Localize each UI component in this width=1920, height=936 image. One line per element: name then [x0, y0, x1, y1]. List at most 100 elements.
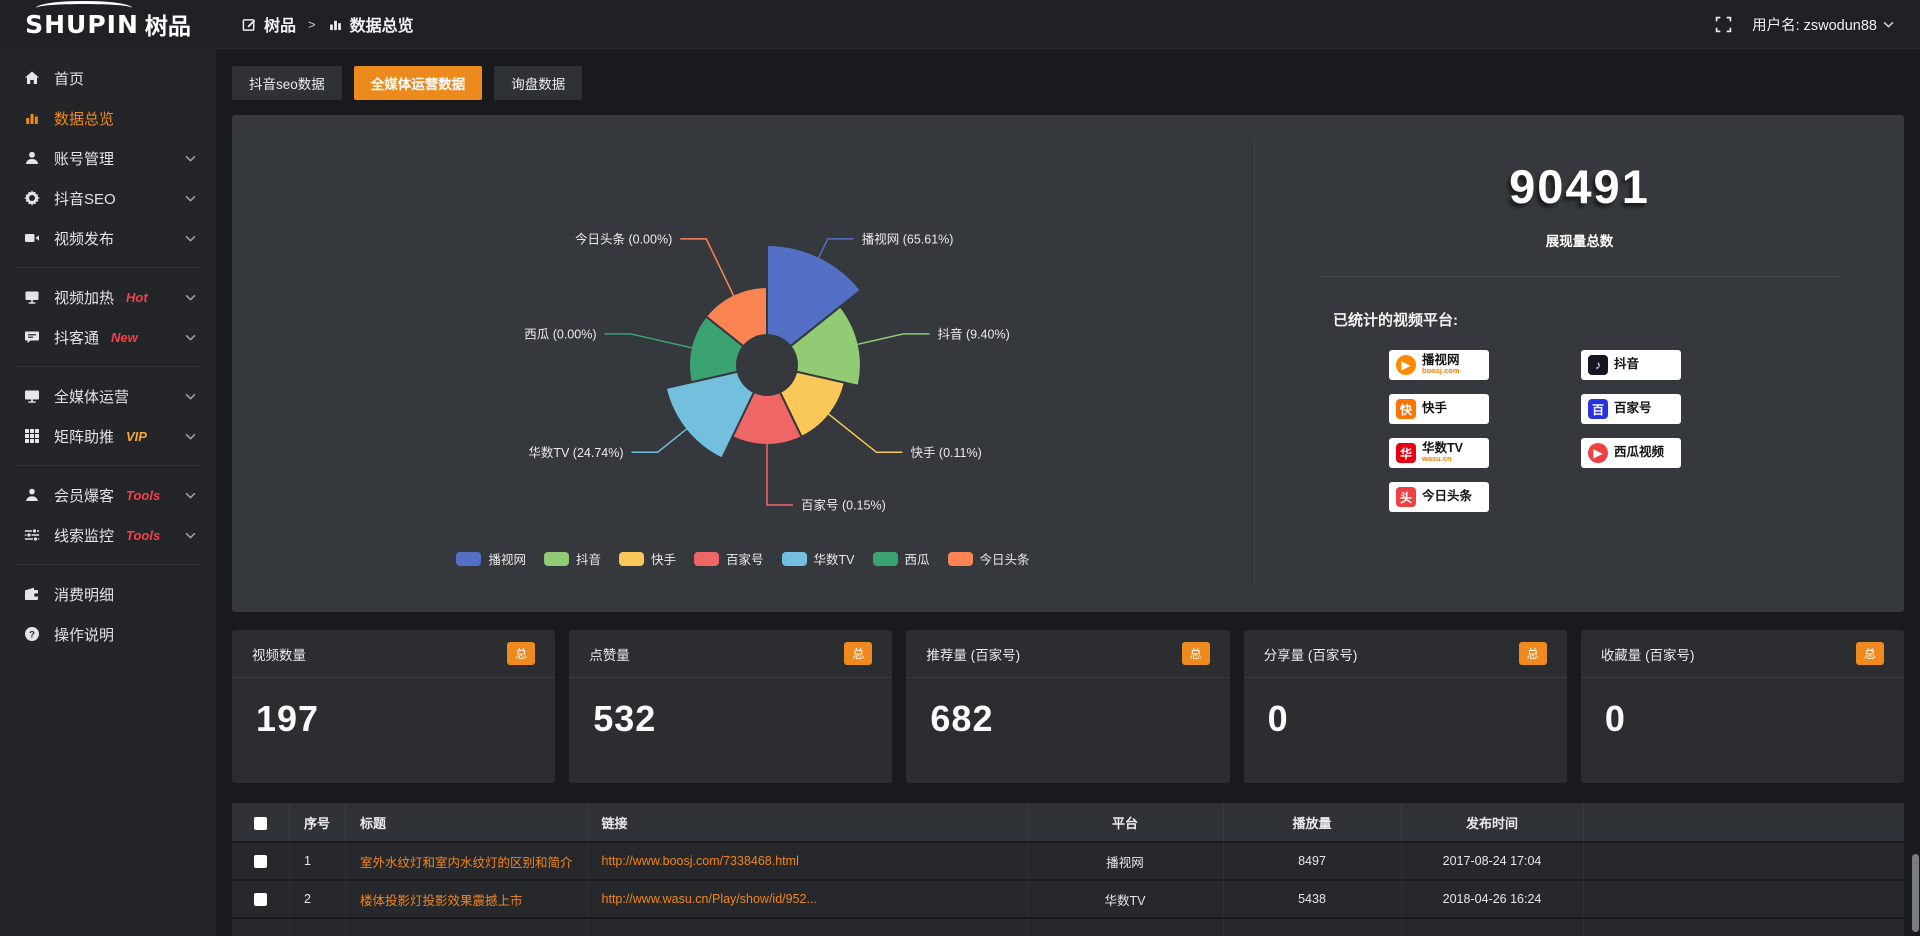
sidebar-item-member[interactable]: 会员爆客Tools	[0, 475, 216, 515]
cell-time	[1402, 919, 1584, 936]
sidebar-divider	[16, 465, 200, 466]
column-header: 链接	[588, 803, 1028, 841]
sidebar-item-badge: VIP	[126, 429, 147, 444]
row-checkbox-cell	[232, 919, 290, 936]
member-icon	[24, 487, 40, 503]
chevron-down-icon	[185, 294, 196, 301]
sidebar-item-label: 消费明细	[54, 584, 114, 605]
cell-url: http://www.boosj.com/7338468.html	[588, 843, 1028, 879]
sidebar-item-label: 视频加热	[54, 287, 114, 308]
row-checkbox[interactable]	[254, 893, 267, 906]
legend-label: 百家号	[726, 549, 764, 568]
sidebar-item-gear[interactable]: 抖音SEO	[0, 178, 216, 218]
sidebar-item-screen[interactable]: 视频加热Hot	[0, 277, 216, 317]
stat-card-0: 视频数量总197	[232, 630, 555, 783]
cell-spacer	[1584, 919, 1904, 936]
platform-logo-icon: ▶	[1396, 355, 1416, 375]
cell-plays	[1224, 919, 1402, 936]
scrollbar-thumb[interactable]	[1912, 854, 1919, 932]
legend-item[interactable]: 西瓜	[873, 549, 930, 568]
stat-card-header: 视频数量总	[232, 630, 555, 678]
chevron-down-icon[interactable]	[1883, 21, 1894, 28]
sidebar-item-home[interactable]: 首页	[0, 58, 216, 98]
fullscreen-icon[interactable]	[1715, 16, 1732, 33]
cell-spacer	[1584, 881, 1904, 917]
sidebar-item-label: 首页	[54, 68, 84, 89]
topbar-right: 用户名: zswodun88	[1715, 14, 1920, 35]
legend-swatch	[948, 552, 973, 566]
cell-time: 2017-08-24 17:04	[1402, 843, 1584, 879]
logo-arc	[36, 1, 132, 15]
chevron-down-icon	[185, 235, 196, 242]
legend-item[interactable]: 播视网	[456, 549, 526, 568]
sidebar-item-video[interactable]: 视频发布	[0, 218, 216, 258]
sidebar-item-monitor[interactable]: 全媒体运营	[0, 376, 216, 416]
stat-card-label: 推荐量 (百家号)	[926, 644, 1020, 664]
column-header: 标题	[346, 803, 588, 841]
tab-bar: 抖音seo数据全媒体运营数据询盘数据	[232, 66, 1904, 100]
legend-item[interactable]: 华数TV	[782, 549, 855, 568]
platform-badge: ▶西瓜视频	[1581, 438, 1681, 468]
cell-title: 楼体投影灯投影效果震撼上市	[346, 881, 588, 917]
select-all-checkbox[interactable]	[254, 817, 267, 830]
sidebar-divider	[16, 267, 200, 268]
sidebar-item-question[interactable]: ?操作说明	[0, 614, 216, 654]
row-checkbox[interactable]	[254, 855, 267, 868]
logo-text-cn: 树品	[145, 7, 191, 41]
cell-plays: 5438	[1224, 881, 1402, 917]
link-url[interactable]: http://www.boosj.com/7338468.html	[602, 854, 1013, 868]
tab-2[interactable]: 询盘数据	[494, 66, 582, 100]
sidebar-item-chart[interactable]: 数据总览	[0, 98, 216, 138]
legend-item[interactable]: 快手	[619, 549, 676, 568]
platform-name: 抖音	[1614, 358, 1639, 371]
link-url[interactable]: http://www.wasu.cn/Play/show/id/952...	[602, 892, 1013, 906]
sidebar-item-badge: Tools	[126, 528, 160, 543]
pie-label-line	[829, 414, 903, 452]
sidebar-item-label: 全媒体运营	[54, 386, 129, 407]
platform-badge: 百百家号	[1581, 394, 1681, 424]
tab-0[interactable]: 抖音seo数据	[232, 66, 342, 100]
sidebar-item-wallet[interactable]: 消费明细	[0, 574, 216, 614]
cell-platform	[1028, 919, 1224, 936]
legend-label: 华数TV	[814, 549, 855, 568]
sidebar-item-badge: New	[111, 330, 138, 345]
pie-label: 今日头条 (0.00%)	[575, 231, 672, 246]
sidebar-item-sliders[interactable]: 线索监控Tools	[0, 515, 216, 555]
breadcrumb-root[interactable]: 树品	[264, 12, 296, 36]
breadcrumb-current: 数据总览	[350, 12, 414, 36]
legend-swatch	[544, 552, 569, 566]
link-title[interactable]: 楼体投影灯投影效果震撼上市	[360, 890, 573, 909]
column-header: 平台	[1028, 803, 1224, 841]
tab-1[interactable]: 全媒体运营数据	[354, 66, 483, 100]
total-badge: 总	[507, 642, 535, 665]
stat-card-label: 点赞量	[589, 644, 630, 664]
platform-logo-icon: 头	[1396, 487, 1416, 507]
total-badge: 总	[1519, 642, 1547, 665]
pie-label: 抖音 (9.40%)	[937, 326, 1009, 341]
legend-item[interactable]: 今日头条	[948, 549, 1030, 568]
videos-table: 序号标题链接平台播放量发布时间1室外水纹灯和室内水纹灯的区别和简介http://…	[232, 801, 1904, 936]
sidebar-item-label: 账号管理	[54, 148, 114, 169]
platform-logo-icon: 百	[1588, 399, 1608, 419]
cell-title	[346, 919, 588, 936]
chart-legend: 播视网抖音快手 百家号 华数TV 西瓜今日头条	[232, 549, 1254, 568]
app-logo[interactable]: SHUPIN 树品	[0, 0, 216, 48]
link-title[interactable]: 室外水纹灯和室内水纹灯的区别和简介	[360, 852, 573, 871]
pie-label-line	[605, 334, 692, 348]
platform-badge: ▶播视网boosj.com	[1389, 350, 1489, 380]
sidebar-item-chat[interactable]: 抖客通New	[0, 317, 216, 357]
legend-item[interactable]: 百家号	[694, 549, 764, 568]
platform-logo-icon: 快	[1396, 399, 1416, 419]
pie-slice[interactable]	[666, 372, 754, 459]
sidebar-item-grid[interactable]: 矩阵助推VIP	[0, 416, 216, 456]
monitor-icon	[24, 388, 40, 404]
username[interactable]: 用户名: zswodun88	[1752, 14, 1877, 35]
stat-card-value: 532	[569, 678, 892, 740]
legend-swatch	[619, 552, 644, 566]
sidebar-item-user[interactable]: 账号管理	[0, 138, 216, 178]
legend-label: 播视网	[488, 549, 526, 568]
pie-label-line	[858, 334, 930, 344]
legend-item[interactable]: 抖音	[544, 549, 601, 568]
chevron-down-icon	[185, 393, 196, 400]
impressions-total-label: 展现量总数	[1255, 230, 1904, 250]
